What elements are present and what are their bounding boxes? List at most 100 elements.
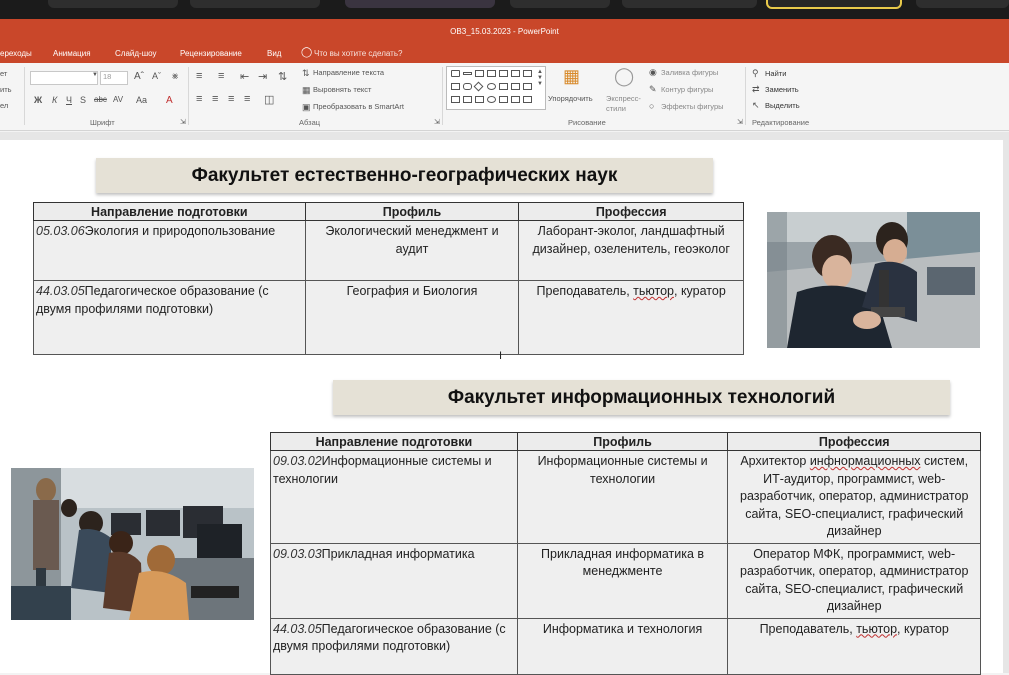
shape-item[interactable]: [487, 83, 496, 90]
tell-me-search[interactable]: Что вы хотите сделать?: [314, 49, 402, 58]
ribbon-cut-label-3[interactable]: ел: [0, 101, 8, 110]
tab-review[interactable]: Рецензирование: [180, 49, 242, 58]
window-thumbnail[interactable]: [190, 0, 320, 8]
effects-icon[interactable]: ○: [649, 101, 654, 111]
quick-styles-button[interactable]: Экспресс-стили: [606, 94, 646, 114]
window-thumbnail[interactable]: [510, 0, 610, 8]
profession-text: Преподаватель,: [759, 621, 857, 636]
pen-icon[interactable]: ✎: [649, 84, 657, 95]
shrink-font-icon[interactable]: Aˇ: [152, 71, 161, 81]
bullets-icon[interactable]: ≡: [196, 70, 202, 82]
shape-item[interactable]: [487, 70, 496, 77]
window-thumbnail[interactable]: [916, 0, 1009, 8]
shape-item[interactable]: [451, 83, 460, 90]
gallery-scroll-icon[interactable]: ▲ ▼ ▼: [537, 69, 543, 87]
align-left-icon[interactable]: ≡: [196, 93, 202, 105]
shape-item[interactable]: [487, 96, 496, 103]
outdent-icon[interactable]: ⇥: [258, 70, 267, 83]
tab-transitions[interactable]: ереходы: [0, 49, 32, 58]
window-thumbnail[interactable]: [48, 0, 178, 8]
dialog-launcher-icon[interactable]: ⇲: [180, 118, 186, 126]
shape-item[interactable]: [451, 70, 460, 77]
profession-cell: Преподаватель, тьютор, куратор: [727, 617, 981, 675]
font-family-field[interactable]: [30, 71, 98, 85]
window-thumbnail[interactable]: [345, 0, 495, 8]
shape-item[interactable]: [523, 96, 532, 103]
align-text-icon[interactable]: ▦: [302, 85, 311, 96]
italic-button[interactable]: К: [52, 95, 57, 105]
shape-fill-button[interactable]: Заливка фигуры: [661, 68, 718, 77]
quick-styles-icon[interactable]: ◯: [614, 66, 634, 87]
photo-microscope-students[interactable]: [767, 212, 980, 348]
shape-item[interactable]: [473, 81, 484, 92]
replace-button[interactable]: Заменить: [765, 85, 799, 94]
align-center-icon[interactable]: ≡: [212, 93, 218, 105]
window-thumbnail-active[interactable]: [766, 0, 902, 9]
shape-item[interactable]: [463, 96, 472, 103]
shape-item[interactable]: [475, 70, 484, 77]
text-direction-icon[interactable]: ⇅: [302, 68, 310, 79]
font-color-button[interactable]: A: [166, 95, 173, 106]
dialog-launcher-icon[interactable]: ⇲: [737, 118, 743, 126]
table-row: 44.03.05Педагогическое образование (с дв…: [33, 280, 744, 355]
shape-item[interactable]: [523, 83, 532, 90]
shape-item[interactable]: [475, 96, 484, 103]
line-spacing-icon[interactable]: ⇅: [278, 70, 287, 83]
align-text-button[interactable]: Выровнять текст: [313, 85, 371, 94]
shadow-button[interactable]: S: [80, 95, 86, 105]
shape-item[interactable]: [499, 96, 508, 103]
find-button[interactable]: Найти: [765, 69, 786, 78]
smartart-icon[interactable]: ▣: [302, 102, 311, 113]
shape-item[interactable]: [463, 83, 472, 90]
shape-item[interactable]: [499, 83, 508, 90]
shape-item[interactable]: [451, 96, 460, 103]
underline-button[interactable]: Ч: [66, 95, 72, 105]
arrange-button[interactable]: Упорядочить: [548, 94, 593, 103]
justify-icon[interactable]: ≡: [244, 93, 250, 105]
chevron-down-icon[interactable]: ▼: [92, 72, 98, 78]
bold-button[interactable]: Ж: [34, 95, 42, 105]
slide[interactable]: Факультет естественно-географических нау…: [0, 140, 1003, 675]
shape-outline-button[interactable]: Контур фигуры: [661, 85, 713, 94]
column-header: Профиль: [516, 432, 729, 451]
strikethrough-button[interactable]: abc: [94, 95, 107, 104]
cursor-arrow-icon[interactable]: ↖: [752, 100, 760, 111]
indent-icon[interactable]: ⇤: [240, 70, 249, 83]
shape-item[interactable]: [523, 70, 532, 77]
shape-item[interactable]: [511, 70, 520, 77]
photo-computer-class[interactable]: [11, 468, 254, 620]
shape-item[interactable]: [511, 83, 520, 90]
ribbon-cut-label-2[interactable]: ить: [0, 85, 12, 94]
arrange-icon[interactable]: ▦: [563, 66, 580, 87]
shapes-gallery[interactable]: ▲ ▼ ▼: [446, 66, 546, 110]
paint-bucket-icon[interactable]: ◉: [649, 67, 657, 78]
grow-font-icon[interactable]: Aˆ: [134, 71, 144, 82]
direction-name: Прикладная информатика: [321, 546, 475, 561]
align-right-icon[interactable]: ≡: [228, 93, 234, 105]
font-size-field[interactable]: 18: [100, 71, 128, 85]
change-case-button[interactable]: Aa: [136, 95, 147, 105]
columns-icon[interactable]: ◫: [264, 93, 274, 106]
window-thumbnail[interactable]: [622, 0, 757, 8]
shape-item[interactable]: [499, 70, 508, 77]
lightbulb-icon: ◯: [301, 47, 313, 58]
numbering-icon[interactable]: ≡: [218, 70, 224, 82]
select-button[interactable]: Выделить: [765, 101, 800, 110]
replace-icon[interactable]: ⇄: [752, 84, 760, 95]
search-icon[interactable]: ⚲: [752, 68, 759, 79]
table-science: Направление подготовки Профиль Профессия…: [33, 202, 744, 355]
profile-cell: География и Биология: [304, 280, 520, 355]
shape-effects-button[interactable]: Эффекты фигуры: [661, 102, 724, 111]
shape-item[interactable]: [463, 72, 472, 75]
tab-slideshow[interactable]: Слайд-шоу: [115, 49, 156, 58]
tab-view[interactable]: Вид: [267, 49, 281, 58]
clear-format-icon[interactable]: ⨳: [172, 71, 178, 82]
dialog-launcher-icon[interactable]: ⇲: [434, 118, 440, 126]
text-direction-button[interactable]: Направление текста: [313, 68, 384, 77]
ribbon-cut-label-1[interactable]: ет: [0, 69, 7, 78]
tab-animation[interactable]: Анимация: [53, 49, 91, 58]
spacing-button[interactable]: AV: [113, 95, 123, 104]
profession-text-flagged: инфнормационных: [809, 454, 921, 468]
shape-item[interactable]: [511, 96, 520, 103]
convert-smartart-button[interactable]: Преобразовать в SmartArt: [313, 102, 404, 111]
